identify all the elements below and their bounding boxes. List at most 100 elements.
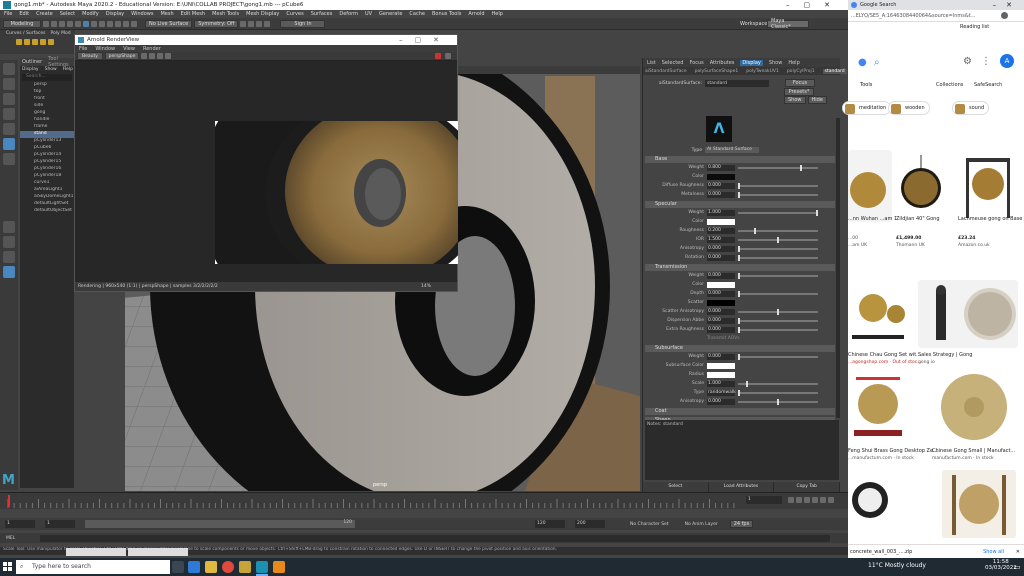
range-start2-field[interactable]: 1: [45, 520, 75, 528]
close-download-bar-icon[interactable]: ✕: [1016, 549, 1020, 555]
attr-value-field[interactable]: 0.000: [707, 317, 735, 324]
outliner-item[interactable]: stand: [20, 131, 74, 138]
copy-tab-button[interactable]: Copy Tab: [774, 482, 841, 492]
render-settings-icon[interactable]: [256, 20, 263, 27]
vlc-icon[interactable]: [273, 561, 285, 573]
reading-list-button[interactable]: Reading list: [960, 24, 989, 30]
slider-knob[interactable]: [738, 317, 740, 324]
outliner-item[interactable]: aiSkyDomeLight1: [20, 194, 74, 201]
show-button[interactable]: Show: [784, 96, 806, 104]
outliner-item[interactable]: front: [20, 96, 74, 103]
snap-surface-icon[interactable]: [131, 20, 137, 27]
mel-input[interactable]: [40, 534, 830, 542]
outliner-item[interactable]: pCylinder16: [20, 166, 74, 173]
menu-mesh-display[interactable]: Mesh Display: [246, 11, 279, 17]
result-title-6[interactable]: Feng Shui Brass Gong Desktop Ze...: [848, 448, 938, 454]
attr-value-field[interactable]: 0.000: [707, 272, 735, 279]
minimized-window-1[interactable]: [66, 548, 126, 556]
character-set-menu[interactable]: No Character Set: [630, 522, 669, 527]
slider-knob[interactable]: [738, 254, 740, 261]
chrome-url-text[interactable]: ...ELYQ/SE5_A:1646308440064&source=lnms&…: [851, 13, 975, 19]
section-header-subsurface[interactable]: Subsurface: [645, 345, 835, 352]
attr-menu-focus[interactable]: Focus: [689, 60, 703, 66]
chrome-tab-title[interactable]: Google Search: [860, 2, 896, 8]
slider-knob[interactable]: [738, 389, 740, 396]
windows-start-icon[interactable]: [3, 562, 12, 571]
layout-outliner-icon[interactable]: [3, 266, 15, 278]
attr-menu-list[interactable]: List: [647, 60, 656, 66]
show-all-downloads[interactable]: Show all: [983, 549, 1004, 555]
attr-value-field[interactable]: 0.000: [707, 326, 735, 333]
attr-value-field[interactable]: 0.200: [707, 227, 735, 234]
account-avatar[interactable]: A: [1000, 54, 1014, 68]
attr-slider[interactable]: [738, 272, 818, 279]
outliner-item[interactable]: defaultObjectSet: [20, 208, 74, 215]
menu-cache[interactable]: Cache: [409, 11, 425, 17]
attr-value-field[interactable]: 0.000: [707, 245, 735, 252]
range-start-field[interactable]: 1: [5, 520, 35, 528]
redo-icon[interactable]: [75, 20, 81, 27]
task-view-icon[interactable]: [172, 561, 184, 573]
safesearch-button[interactable]: SafeSearch: [974, 82, 1002, 88]
stop-render-icon[interactable]: [141, 53, 147, 59]
attr-slider[interactable]: [738, 209, 818, 216]
attr-slider[interactable]: [738, 353, 818, 360]
slider-knob[interactable]: [777, 308, 779, 315]
renderview-window-controls[interactable]: –▢✕: [399, 36, 451, 44]
shelf-tab-poly[interactable]: Poly Mod: [51, 31, 71, 36]
attr-slider[interactable]: [738, 389, 818, 396]
slider-knob[interactable]: [738, 182, 740, 189]
notifications-icon[interactable]: ▭: [1014, 563, 1021, 571]
attr-slider[interactable]: [738, 317, 818, 324]
result-title-4[interactable]: Chinese Chau Gong Set wit...: [848, 352, 921, 358]
menu-create[interactable]: Create: [36, 11, 53, 17]
attr-menu-show[interactable]: Show: [769, 60, 783, 66]
menu-generate[interactable]: Generate: [379, 11, 402, 17]
result-image-7[interactable]: [932, 372, 1016, 442]
snap-curve-icon[interactable]: [115, 20, 121, 27]
search-icon[interactable]: ⌕: [874, 57, 880, 68]
attr-menu-help[interactable]: Help: [788, 60, 799, 66]
chrome-icon[interactable]: [222, 561, 234, 573]
circle-icon[interactable]: [48, 39, 54, 45]
result-image-2[interactable]: [896, 150, 946, 222]
symmetry-menu[interactable]: Symmetry: Off: [194, 19, 239, 28]
slider-knob[interactable]: [738, 326, 740, 333]
outliner-item[interactable]: pCylinder13: [20, 138, 74, 145]
menu-file[interactable]: File: [4, 11, 12, 17]
result-image-6[interactable]: [848, 372, 908, 442]
slider-knob[interactable]: [777, 236, 779, 243]
attr-slider[interactable]: [738, 326, 818, 333]
renderview-settings-icon[interactable]: [445, 53, 451, 59]
attr-menu-selected[interactable]: Selected: [662, 60, 684, 66]
file-explorer-icon[interactable]: [205, 561, 217, 573]
save-scene-icon[interactable]: [59, 20, 65, 27]
color-swatch[interactable]: [707, 218, 735, 225]
type-menu[interactable]: AI Standard Surface: [705, 147, 759, 153]
scale-tool-icon[interactable]: [3, 138, 15, 150]
attr-slider[interactable]: [738, 290, 818, 297]
slider-knob[interactable]: [738, 272, 740, 279]
outliner-item[interactable]: pCylinder15: [20, 159, 74, 166]
attr-slider[interactable]: [738, 254, 818, 261]
attr-value-field[interactable]: 0.000: [707, 182, 735, 189]
minimized-window-2[interactable]: [128, 548, 188, 556]
bezier-icon[interactable]: [32, 39, 38, 45]
go-to-end-icon[interactable]: [828, 497, 834, 503]
result-image-8[interactable]: [848, 470, 892, 538]
attr-tab-2[interactable]: polyTweakUV1: [746, 69, 779, 74]
transmit-aovs-checkbox[interactable]: Transmit AOVs: [645, 334, 835, 343]
outliner-item[interactable]: aiAreaLight1: [20, 187, 74, 194]
outliner-item[interactable]: top: [20, 89, 74, 96]
range-end2-field[interactable]: 200: [575, 520, 605, 528]
menu-mesh-tools[interactable]: Mesh Tools: [212, 11, 239, 17]
attr-value-field[interactable]: 0.000: [707, 254, 735, 261]
slider-knob[interactable]: [800, 164, 803, 171]
color-swatch[interactable]: [707, 371, 735, 378]
load-attributes-button[interactable]: Load Attributes: [709, 482, 775, 492]
crop-region-icon[interactable]: [157, 53, 163, 59]
last-tool-icon[interactable]: [3, 153, 15, 165]
menu-surfaces[interactable]: Surfaces: [311, 11, 333, 17]
cv-curve-icon[interactable]: [24, 39, 30, 45]
menu-windows[interactable]: Windows: [131, 11, 153, 17]
